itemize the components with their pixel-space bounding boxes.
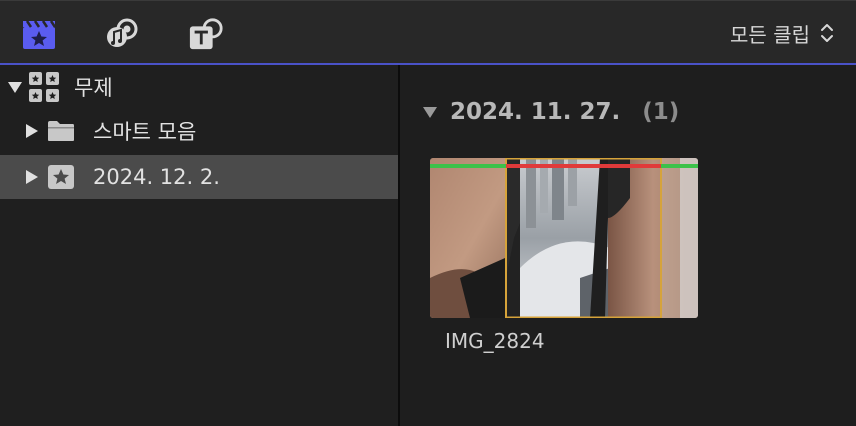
libraries-sidebar: 무제 스마트 모음 2024. 12. 2. (0, 65, 398, 426)
disclosure-triangle-right-icon[interactable] (23, 122, 41, 140)
library-icon (28, 71, 60, 103)
disclosure-triangle-right-icon[interactable] (23, 168, 41, 186)
disclosure-triangle-down-icon[interactable] (422, 105, 438, 119)
clip-thumbnail[interactable] (430, 158, 698, 318)
library-name: 무제 (74, 76, 113, 100)
sidebar-item-event[interactable]: 2024. 12. 2. (0, 155, 398, 199)
sidebar-item-label: 스마트 모음 (93, 120, 197, 144)
sidebar-item-label: 2024. 12. 2. (93, 165, 220, 189)
clip-browser: 2024. 11. 27. (1) IMG_2824 (400, 65, 856, 426)
library-row[interactable]: 무제 (0, 65, 398, 109)
media-library-icon[interactable] (21, 17, 57, 51)
group-count: (1) (642, 99, 680, 125)
toolbar: 모든 클립 (0, 0, 856, 64)
event-star-icon (47, 164, 75, 190)
chevron-updown-icon (821, 24, 833, 42)
group-date: 2024. 11. 27. (450, 99, 621, 125)
titles-generators-icon[interactable] (188, 17, 224, 51)
clip-filter-dropdown[interactable]: 모든 클립 (730, 18, 834, 48)
clip-name: IMG_2824 (445, 329, 545, 353)
clip-filter-label: 모든 클립 (730, 22, 810, 47)
folder-icon (47, 120, 75, 142)
disclosure-triangle-down-icon[interactable] (6, 78, 24, 96)
photos-music-icon[interactable] (104, 17, 140, 51)
date-group-header[interactable]: 2024. 11. 27. (1) (422, 95, 679, 129)
sidebar-item-smart-collections[interactable]: 스마트 모음 (0, 109, 398, 153)
